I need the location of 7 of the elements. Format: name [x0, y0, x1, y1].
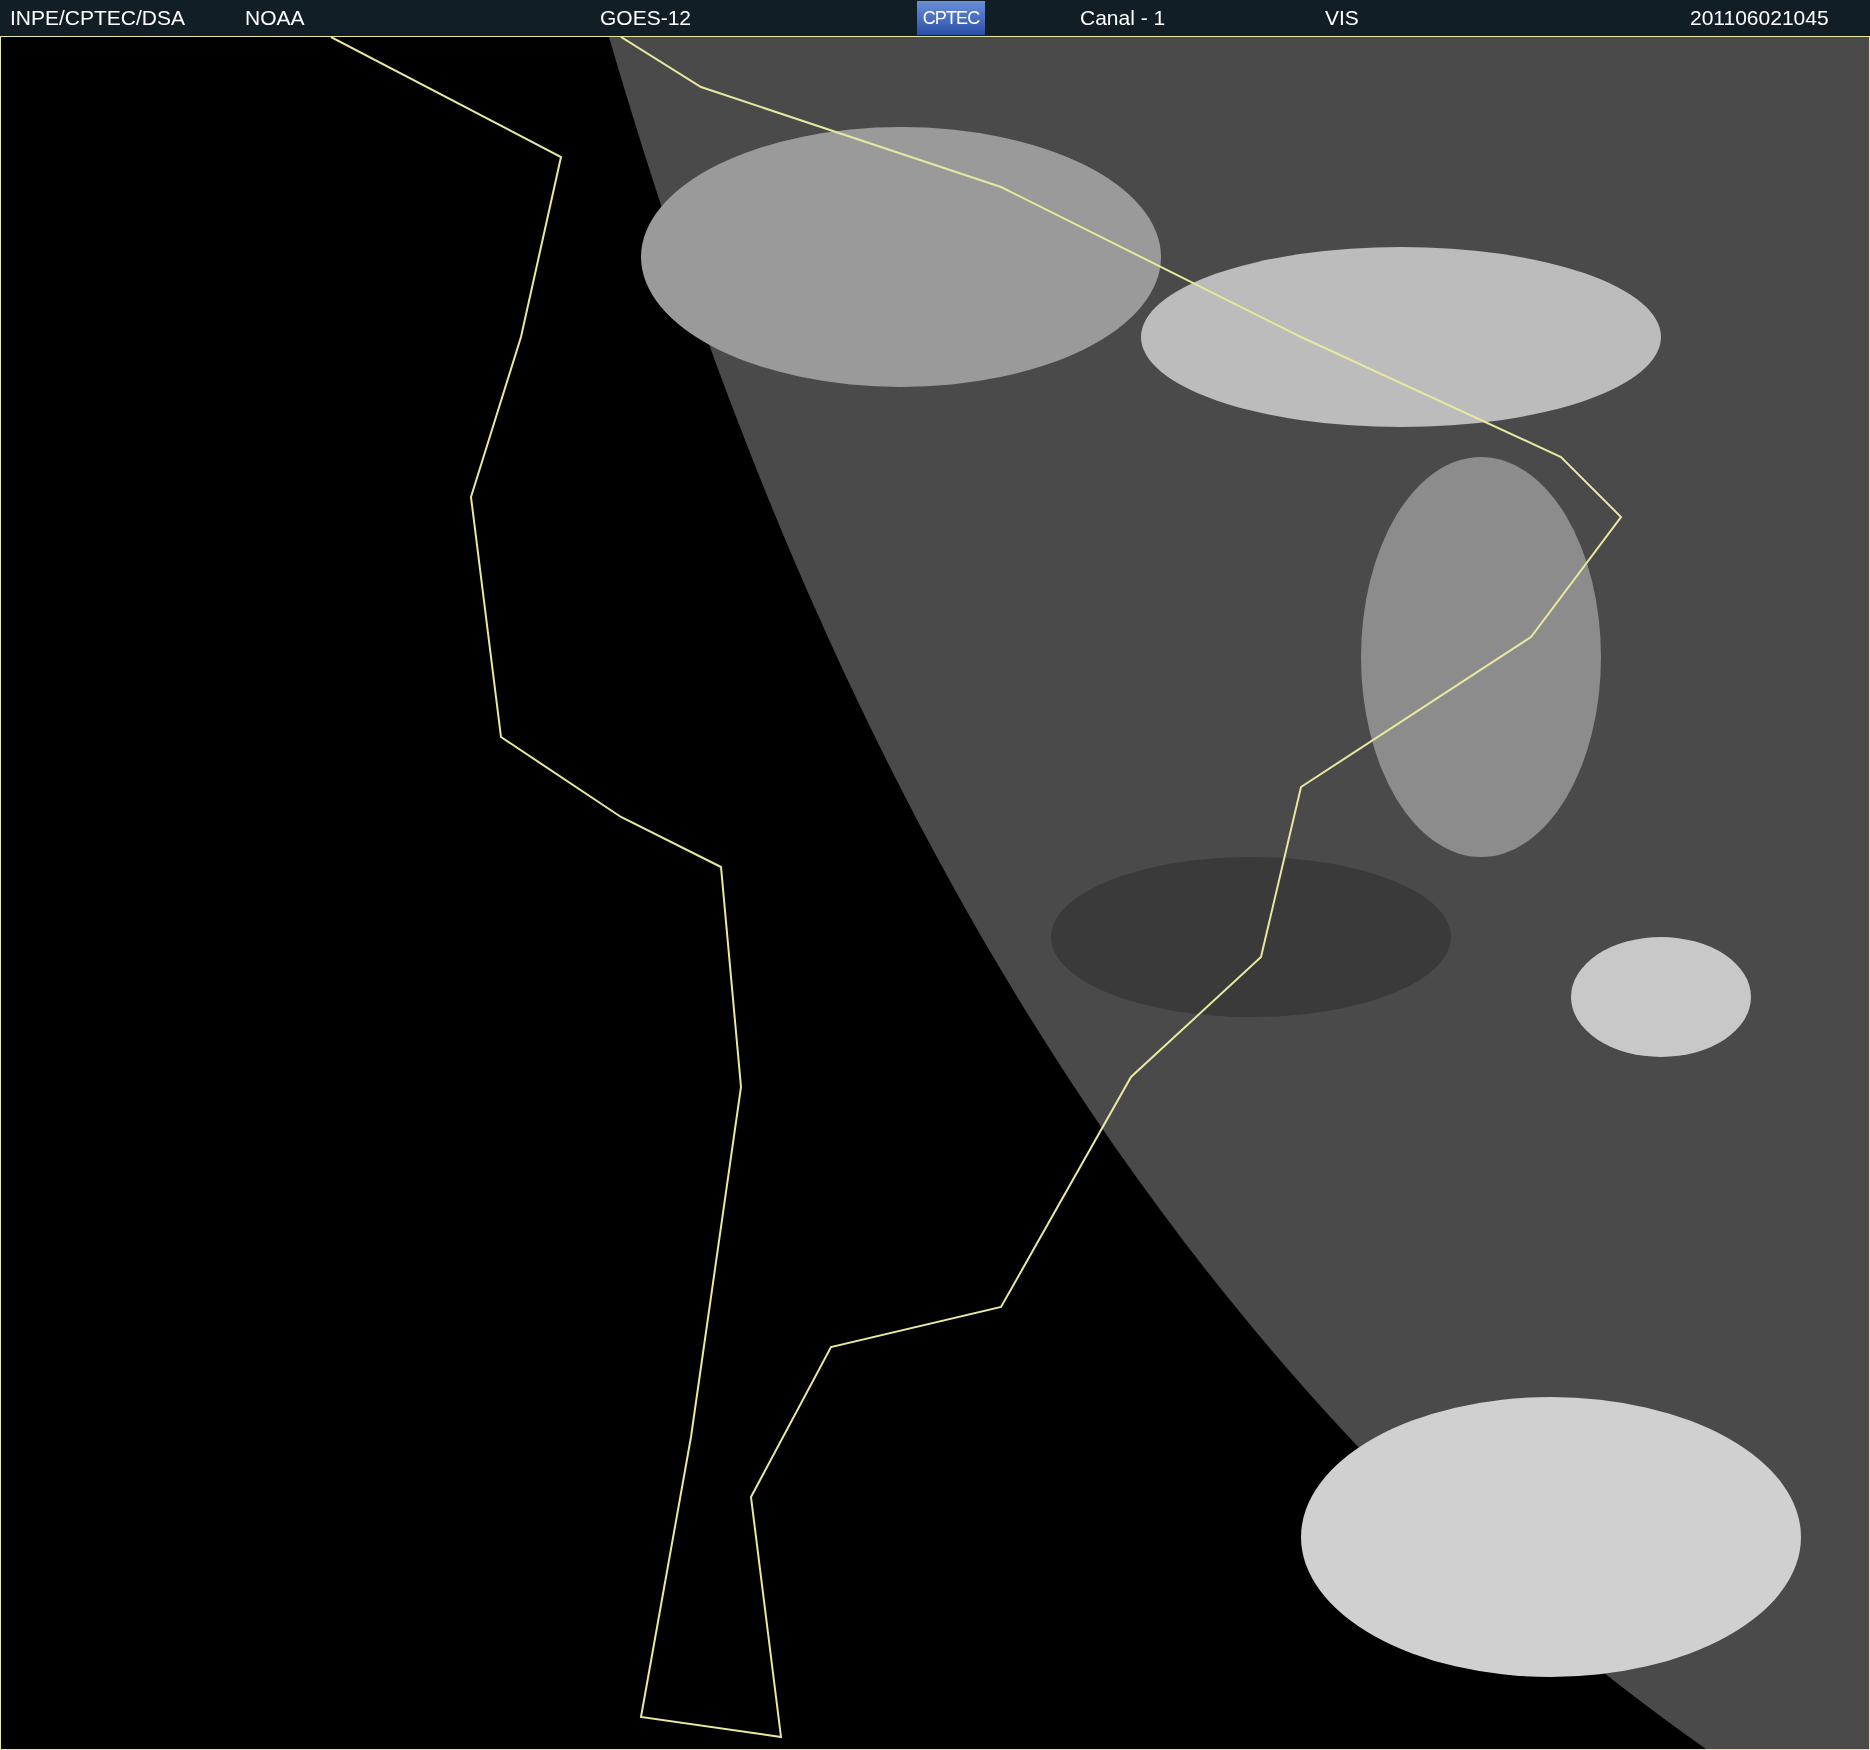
cptec-logo: CPTEC [917, 1, 985, 35]
header-label: 201106021045 [1690, 6, 1829, 30]
header-label: GOES-12 [600, 6, 692, 30]
header-label: VIS [1325, 6, 1359, 30]
header-label: INPE/CPTEC/DSA [10, 6, 186, 30]
header-label: Canal - 1 [1080, 6, 1166, 30]
header-label: NOAA [245, 6, 305, 30]
